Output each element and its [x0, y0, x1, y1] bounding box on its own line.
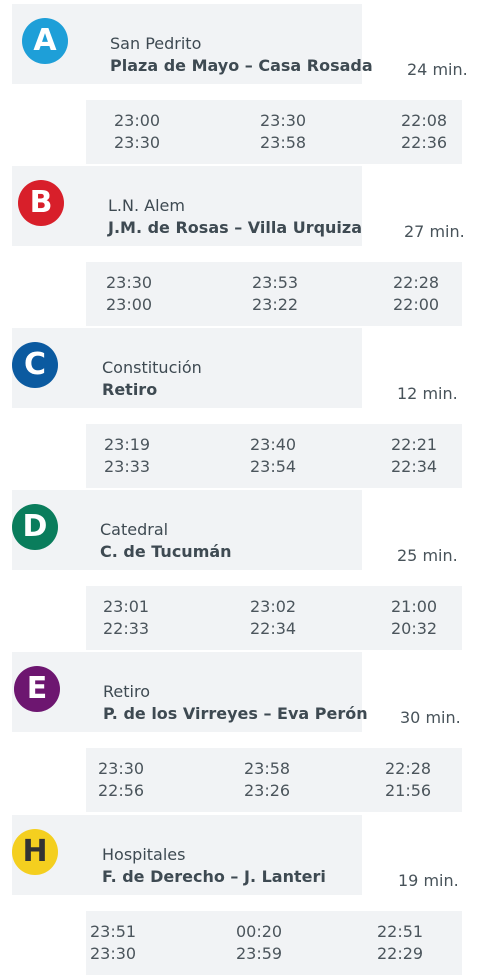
line-row-a[interactable]: A San Pedrito Plaza de Mayo – Casa Rosada 2…: [0, 4, 490, 167]
destination-label: C. de Tucumán: [100, 542, 232, 561]
other-times: 21:00 20:32: [391, 596, 437, 640]
line-row-c[interactable]: C Constitución Retiro 12 min. 23:19 23:33 23:4…: [0, 328, 490, 491]
first-train-times: 23:30 23:00: [106, 272, 152, 316]
first-train-times: 23:51 23:30: [90, 921, 136, 965]
line-badge-c-icon: C: [12, 342, 58, 388]
trip-duration: 12 min.: [397, 384, 458, 403]
destination-label: Retiro: [102, 380, 158, 399]
trip-duration: 24 min.: [407, 60, 468, 79]
line-row-d[interactable]: D Catedral C. de Tucumán 25 min. 23:01 22:33 2…: [0, 490, 490, 653]
time-value: 23:22: [252, 295, 299, 314]
first-train-times: 23:30 22:56: [98, 758, 144, 802]
time-value: 23:30: [260, 111, 307, 130]
time-value: 23:54: [250, 457, 297, 476]
other-times: 22:08 22:36: [401, 110, 447, 154]
time-value: 23:59: [236, 944, 283, 963]
time-value: 23:33: [104, 457, 151, 476]
time-value: 22:34: [250, 619, 297, 638]
line-row-h[interactable]: H Hospitales F. de Derecho – J. Lanteri 19 …: [0, 815, 490, 978]
destination-label: Plaza de Mayo – Casa Rosada: [110, 56, 373, 75]
time-value: 22:56: [98, 781, 145, 800]
time-value: 00:20: [236, 922, 283, 941]
line-row-e[interactable]: E Retiro P. de los Virreyes – Eva Perón 30 …: [0, 652, 490, 815]
time-value: 22:08: [401, 111, 448, 130]
line-badge-h-icon: H: [12, 829, 58, 875]
time-value: 23:02: [250, 597, 297, 616]
time-value: 23:30: [114, 133, 161, 152]
last-train-times: 23:02 22:34: [250, 596, 296, 640]
line-badge-e-icon: E: [14, 666, 60, 712]
line-badge-a-icon: A: [22, 18, 68, 64]
time-value: 22:21: [391, 435, 438, 454]
time-value: 23:00: [106, 295, 153, 314]
origin-label: L.N. Alem: [108, 196, 185, 215]
time-value: 23:51: [90, 922, 137, 941]
last-train-times: 23:58 23:26: [244, 758, 290, 802]
time-value: 22:34: [391, 457, 438, 476]
time-value: 20:32: [391, 619, 438, 638]
time-value: 23:58: [260, 133, 307, 152]
time-value: 21:00: [391, 597, 438, 616]
time-value: 23:26: [244, 781, 291, 800]
first-train-times: 23:00 23:30: [114, 110, 160, 154]
first-train-times: 23:01 22:33: [103, 596, 149, 640]
time-value: 22:36: [401, 133, 448, 152]
destination-label: F. de Derecho – J. Lanteri: [102, 867, 326, 886]
origin-label: Constitución: [102, 358, 202, 377]
trip-duration: 27 min.: [404, 222, 465, 241]
line-row-b[interactable]: B L.N. Alem J.M. de Rosas – Villa Urquiza 2…: [0, 166, 490, 329]
time-value: 22:33: [103, 619, 150, 638]
trip-duration: 25 min.: [397, 546, 458, 565]
line-badge-d-icon: D: [12, 504, 58, 550]
time-value: 23:30: [106, 273, 153, 292]
time-value: 21:56: [385, 781, 432, 800]
time-value: 23:30: [98, 759, 145, 778]
trip-duration: 19 min.: [398, 871, 459, 890]
time-value: 23:40: [250, 435, 297, 454]
time-value: 23:53: [252, 273, 299, 292]
time-value: 23:58: [244, 759, 291, 778]
first-train-times: 23:19 23:33: [104, 434, 150, 478]
origin-label: San Pedrito: [110, 34, 202, 53]
last-train-times: 23:40 23:54: [250, 434, 296, 478]
time-value: 23:01: [103, 597, 150, 616]
time-value: 22:00: [393, 295, 440, 314]
last-train-times: 23:30 23:58: [260, 110, 306, 154]
time-value: 22:29: [377, 944, 424, 963]
time-value: 23:19: [104, 435, 151, 454]
last-train-times: 23:53 23:22: [252, 272, 298, 316]
time-value: 22:28: [393, 273, 440, 292]
origin-label: Retiro: [103, 682, 150, 701]
other-times: 22:21 22:34: [391, 434, 437, 478]
origin-label: Hospitales: [102, 845, 186, 864]
line-badge-b-icon: B: [18, 180, 64, 226]
time-value: 23:30: [90, 944, 137, 963]
time-value: 23:00: [114, 111, 161, 130]
last-train-times: 00:20 23:59: [236, 921, 282, 965]
subway-lines-list: A San Pedrito Plaza de Mayo – Casa Rosada 2…: [0, 0, 490, 978]
other-times: 22:28 21:56: [385, 758, 431, 802]
destination-label: J.M. de Rosas – Villa Urquiza: [108, 218, 363, 237]
destination-label: P. de los Virreyes – Eva Perón: [103, 704, 368, 723]
other-times: 22:51 22:29: [377, 921, 423, 965]
trip-duration: 30 min.: [400, 708, 461, 727]
time-value: 22:51: [377, 922, 424, 941]
origin-label: Catedral: [100, 520, 169, 539]
other-times: 22:28 22:00: [393, 272, 439, 316]
time-value: 22:28: [385, 759, 432, 778]
